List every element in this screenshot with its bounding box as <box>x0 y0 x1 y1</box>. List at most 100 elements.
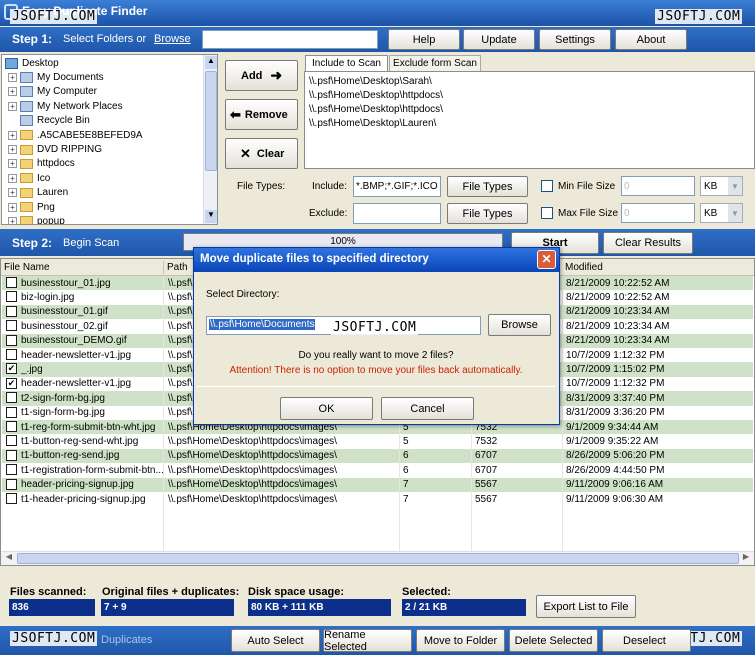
min-size-unit-select[interactable]: KB ▼ <box>700 176 743 196</box>
max-size-unit-select[interactable]: KB ▼ <box>700 203 743 223</box>
browse-link[interactable]: Browse <box>154 33 191 45</box>
exclude-types-input[interactable] <box>353 203 441 224</box>
exclude-label: Exclude: <box>309 208 348 219</box>
row-checkbox[interactable]: ✔ <box>6 363 17 375</box>
row-checkbox[interactable] <box>6 320 17 332</box>
row-checkbox[interactable] <box>6 493 17 504</box>
exclude-file-types-button[interactable]: File Types <box>447 203 528 224</box>
expand-icon[interactable]: + <box>8 188 17 198</box>
row-checkbox[interactable] <box>6 464 17 476</box>
folder-tree[interactable]: Desktop + My Documents + My Computer + My Netw… <box>1 54 218 225</box>
expand-icon[interactable]: + <box>8 101 17 111</box>
col-modified[interactable]: Modified <box>565 262 603 273</box>
deselect-button[interactable]: Deselect <box>602 629 691 652</box>
row-checkbox[interactable] <box>6 291 17 303</box>
add-button[interactable]: Add ➜ <box>225 60 298 91</box>
table-row[interactable]: header-pricing-signup.jpg \\.psf\Home\Des… <box>2 477 753 492</box>
expand-icon[interactable]: + <box>8 216 17 224</box>
min-size-checkbox[interactable] <box>541 180 553 192</box>
grid-hscrollbar[interactable]: ◀ ▶ <box>1 551 754 565</box>
cell-size: 5567 <box>475 479 498 491</box>
tree-scrollbar[interactable]: ▲ ▼ <box>203 55 217 224</box>
tab-include[interactable]: Include to Scan <box>305 55 388 72</box>
files-scanned-value: 836 <box>9 599 95 616</box>
scan-path-item[interactable]: \\.psf\Home\Desktop\httpdocs\ <box>309 90 443 104</box>
watermark-top-left: JSOFTJ.COM <box>10 9 98 24</box>
row-checkbox[interactable] <box>6 449 17 461</box>
expand-icon[interactable]: + <box>8 130 17 140</box>
row-checkbox[interactable] <box>6 392 17 404</box>
clear-button[interactable]: ✕ Clear <box>225 138 298 169</box>
about-button[interactable]: About <box>615 29 687 50</box>
move-to-folder-button[interactable]: Move to Folder <box>416 629 505 652</box>
cell-name: _.jpg <box>21 364 43 376</box>
row-checkbox[interactable] <box>6 334 17 346</box>
expand-icon[interactable]: + <box>8 173 17 183</box>
max-size-input[interactable] <box>621 203 695 223</box>
table-row[interactable]: t1-button-reg-send.jpg \\.psf\Home\Deskto… <box>2 448 753 464</box>
tree-item[interactable]: + popup <box>5 214 203 224</box>
folder-path-input[interactable] <box>202 30 378 49</box>
dialog-browse-button[interactable]: Browse <box>488 314 551 336</box>
tab-exclude[interactable]: Exclude form Scan <box>389 55 481 71</box>
chevron-down-icon: ▼ <box>728 177 742 195</box>
row-checkbox[interactable] <box>6 478 17 490</box>
tree-item[interactable]: + DVD RIPPING <box>5 142 203 156</box>
min-size-input[interactable] <box>621 176 695 196</box>
title-bar: Easy Duplicate Finder <box>0 0 755 26</box>
dialog-cancel-button[interactable]: Cancel <box>381 397 474 420</box>
tree-item[interactable]: + Lauren <box>5 186 203 200</box>
table-row[interactable]: t1-registration-form-submit-btn... \\.psf… <box>2 463 753 477</box>
close-icon[interactable]: ✕ <box>537 250 556 269</box>
tree-item[interactable]: Desktop <box>5 56 203 70</box>
cell-modified: 8/21/2009 10:23:34 AM <box>566 335 670 347</box>
expand-icon[interactable]: + <box>8 73 17 83</box>
folder-icon <box>20 202 33 213</box>
tree-item[interactable]: Recycle Bin <box>5 114 203 128</box>
rename-selected-button[interactable]: Rename Selected <box>323 629 412 653</box>
row-checkbox[interactable] <box>6 406 17 418</box>
row-checkbox[interactable] <box>6 421 17 432</box>
export-list-button[interactable]: Export List to File <box>536 595 636 618</box>
scan-path-item[interactable]: \\.psf\Home\Desktop\Lauren\ <box>309 118 443 132</box>
table-row[interactable]: t1-button-reg-send-wht.jpg \\.psf\Home\De… <box>2 434 753 448</box>
dialog-ok-button[interactable]: OK <box>280 397 373 420</box>
include-file-types-button[interactable]: File Types <box>447 176 528 197</box>
tree-item[interactable]: + .A5CABE5E8BEFED9A <box>5 128 203 142</box>
tree-item[interactable]: + My Network Places <box>5 99 203 113</box>
cell-name: t1-registration-form-submit-btn... <box>21 464 163 476</box>
computer-icon <box>20 86 33 98</box>
expand-icon[interactable]: + <box>8 145 17 155</box>
row-checkbox[interactable] <box>6 435 17 447</box>
table-row[interactable]: t1-header-pricing-signup.jpg \\.psf\Home\… <box>2 492 753 506</box>
tree-item[interactable]: + My Documents <box>5 70 203 84</box>
clear-results-button[interactable]: Clear Results <box>603 232 693 254</box>
scan-path-item[interactable]: \\.psf\Home\Desktop\httpdocs\ <box>309 104 443 118</box>
expand-icon[interactable]: + <box>8 159 17 169</box>
max-size-checkbox[interactable] <box>541 207 553 219</box>
col-file-name[interactable]: File Name <box>4 262 50 273</box>
settings-button[interactable]: Settings <box>539 29 611 50</box>
remove-button[interactable]: ⬅ Remove <box>225 99 298 130</box>
col-path[interactable]: Path <box>167 262 188 273</box>
row-checkbox[interactable]: ✔ <box>6 377 17 389</box>
auto-select-button[interactable]: Auto Select <box>231 629 320 652</box>
row-checkbox[interactable] <box>6 277 17 288</box>
tree-item[interactable]: + Ico <box>5 171 203 185</box>
help-button[interactable]: Help <box>388 29 460 50</box>
cell-path: \\.psf\Home\Desktop\httpdocs\images\ <box>168 479 337 491</box>
expand-icon[interactable]: + <box>8 87 17 97</box>
row-checkbox[interactable] <box>6 305 17 317</box>
expand-icon[interactable]: + <box>8 202 17 212</box>
tree-item-label: httpdocs <box>37 158 75 170</box>
include-types-input[interactable] <box>353 176 441 197</box>
row-checkbox[interactable] <box>6 349 17 360</box>
tree-item[interactable]: + My Computer <box>5 85 203 99</box>
update-button[interactable]: Update <box>463 29 535 50</box>
tree-item[interactable]: + httpdocs <box>5 157 203 171</box>
tree-item[interactable]: + Png <box>5 200 203 214</box>
scan-path-item[interactable]: \\.psf\Home\Desktop\Sarah\ <box>309 76 443 90</box>
delete-selected-button[interactable]: Delete Selected <box>509 629 598 652</box>
folder-icon <box>20 216 33 224</box>
scan-path-list[interactable]: \\.psf\Home\Desktop\Sarah\ \\.psf\Home\De… <box>304 71 755 169</box>
